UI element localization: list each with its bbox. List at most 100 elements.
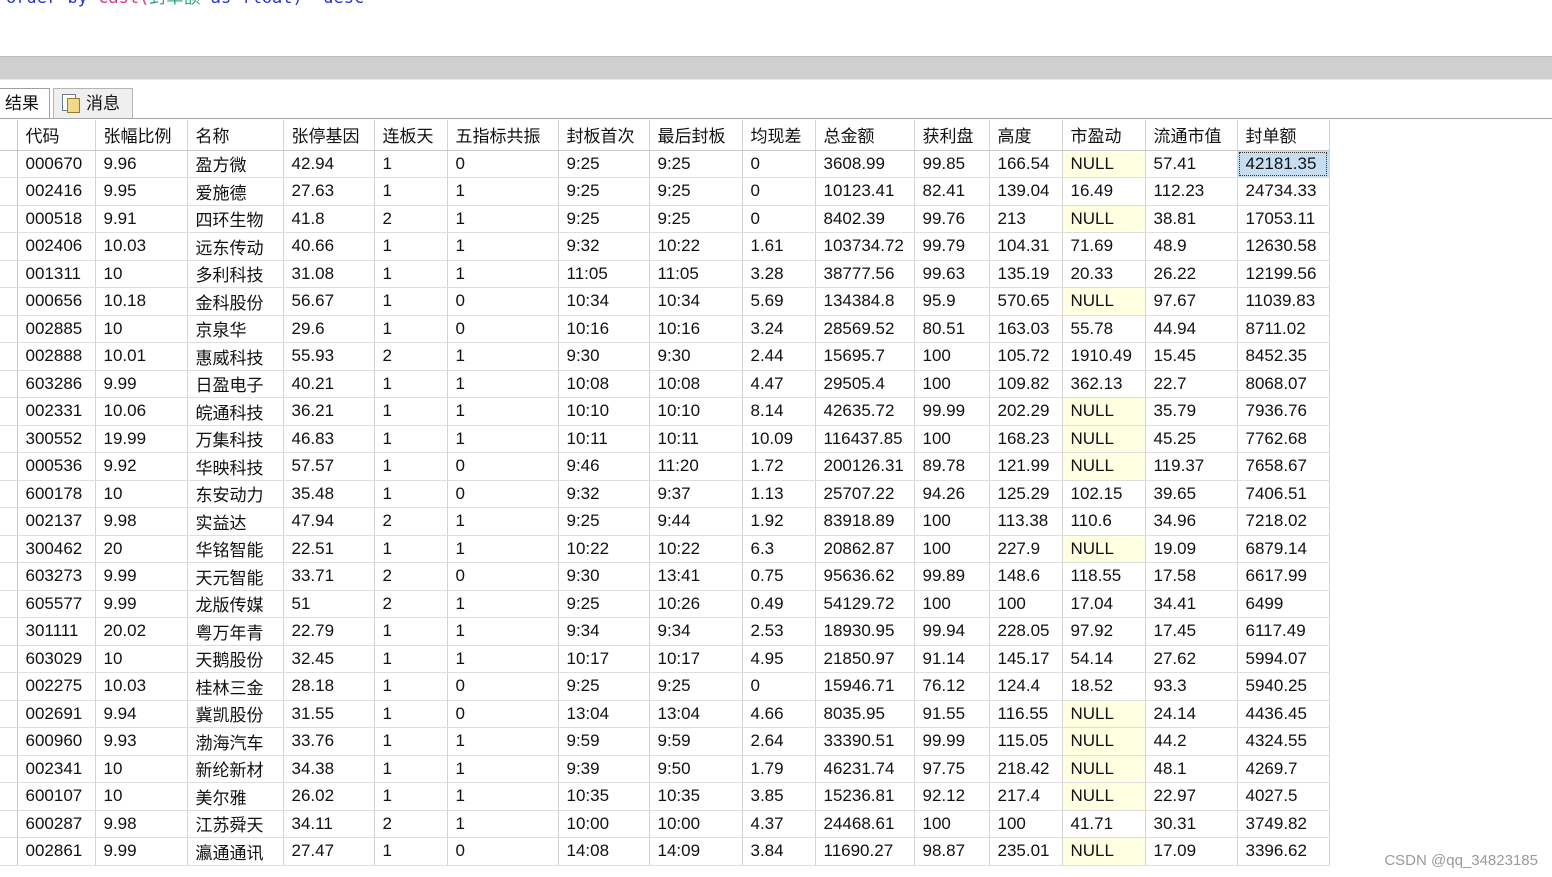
grid-cell[interactable]: 002331	[17, 397, 96, 426]
grid-cell[interactable]: 0.49	[742, 590, 816, 618]
grid-cell[interactable]: 55.93	[283, 342, 375, 371]
grid-cell[interactable]: 13:41	[649, 562, 743, 591]
grid-cell[interactable]: 47.94	[283, 507, 375, 536]
grid-cell[interactable]: 603029	[17, 645, 96, 673]
grid-cell[interactable]: 10:00	[558, 810, 650, 838]
grid-cell[interactable]: 9:32	[558, 480, 650, 508]
grid-cell[interactable]: 多利科技	[187, 260, 284, 288]
grid-cell[interactable]: 9.99	[95, 370, 188, 398]
grid-cell[interactable]: 15946.71	[815, 672, 915, 701]
grid-cell[interactable]: 9.98	[95, 507, 188, 536]
grid-cell[interactable]: 9:25	[558, 177, 650, 206]
grid-cell[interactable]: 3749.82	[1237, 810, 1330, 838]
grid-cell[interactable]: 1	[447, 590, 559, 618]
grid-cell[interactable]: 17053.11	[1237, 205, 1330, 233]
grid-cell[interactable]: 82.41	[914, 177, 990, 206]
grid-cell[interactable]: 9.99	[95, 562, 188, 591]
grid-cell[interactable]: 10.01	[95, 342, 188, 371]
grid-cell[interactable]: 40.21	[283, 370, 375, 398]
grid-cell[interactable]: 227.9	[989, 535, 1063, 563]
grid-cell[interactable]: 10	[95, 645, 188, 673]
grid-cell[interactable]: 11:05	[558, 260, 650, 288]
grid-cell[interactable]: 9:25	[558, 150, 650, 178]
row-selector[interactable]	[0, 837, 18, 866]
grid-cell[interactable]: 300552	[17, 425, 96, 453]
grid-cell[interactable]: 3.24	[742, 315, 816, 343]
grid-cell[interactable]: 10:16	[558, 315, 650, 343]
grid-cell[interactable]: 9:25	[558, 205, 650, 233]
grid-cell[interactable]: 东安动力	[187, 480, 284, 508]
grid-cell[interactable]: 46231.74	[815, 755, 915, 783]
grid-cell[interactable]: 41.71	[1062, 810, 1146, 838]
column-header[interactable]: 代码	[17, 120, 96, 151]
grid-cell[interactable]: 22.97	[1145, 782, 1238, 811]
grid-cell[interactable]: 10:10	[558, 397, 650, 426]
grid-cell[interactable]: 华铭智能	[187, 535, 284, 563]
grid-cell[interactable]: 26.02	[283, 782, 375, 811]
grid-cell[interactable]: 33.71	[283, 562, 375, 591]
grid-cell[interactable]: 40.66	[283, 232, 375, 261]
grid-cell[interactable]: 10:34	[649, 287, 743, 316]
grid-cell[interactable]: 002885	[17, 315, 96, 343]
grid-cell[interactable]: 9.95	[95, 177, 188, 206]
grid-cell[interactable]: 166.54	[989, 150, 1063, 178]
grid-cell[interactable]: 3396.62	[1237, 837, 1330, 866]
grid-cell[interactable]: 1	[374, 287, 448, 316]
grid-cell[interactable]: 瀛通通讯	[187, 837, 284, 866]
grid-cell[interactable]: 54129.72	[815, 590, 915, 618]
grid-cell[interactable]: 4324.55	[1237, 727, 1330, 756]
grid-cell[interactable]: 000518	[17, 205, 96, 233]
grid-cell[interactable]: 10:00	[649, 810, 743, 838]
grid-cell[interactable]: 1.79	[742, 755, 816, 783]
grid-cell[interactable]: 41.8	[283, 205, 375, 233]
grid-cell[interactable]: 301111	[17, 617, 96, 646]
grid-cell[interactable]: 148.6	[989, 562, 1063, 591]
grid-cell[interactable]: 113.38	[989, 507, 1063, 536]
grid-cell[interactable]: NULL	[1062, 837, 1146, 866]
grid-cell[interactable]: 0	[742, 672, 816, 701]
row-selector[interactable]	[0, 727, 18, 756]
grid-cell[interactable]: 603286	[17, 370, 96, 398]
column-header[interactable]: 五指标共振	[447, 120, 559, 151]
grid-cell[interactable]: 9.94	[95, 700, 188, 728]
column-header[interactable]: 封板首次	[558, 120, 650, 151]
grid-cell[interactable]: 0	[742, 177, 816, 206]
grid-cell[interactable]: 10:26	[649, 590, 743, 618]
grid-cell[interactable]: 1	[374, 645, 448, 673]
grid-cell[interactable]: 10:35	[649, 782, 743, 811]
grid-cell[interactable]: 605577	[17, 590, 96, 618]
grid-cell[interactable]: 1	[374, 700, 448, 728]
grid-cell[interactable]: 80.51	[914, 315, 990, 343]
grid-cell[interactable]: 7658.67	[1237, 452, 1330, 481]
grid-cell[interactable]: 9:46	[558, 452, 650, 481]
grid-cell[interactable]: 9:25	[558, 590, 650, 618]
grid-cell[interactable]: 实益达	[187, 507, 284, 536]
grid-cell[interactable]: 99.89	[914, 562, 990, 591]
grid-cell[interactable]: 135.19	[989, 260, 1063, 288]
row-selector[interactable]	[0, 425, 18, 453]
grid-cell[interactable]: 200126.31	[815, 452, 915, 481]
grid-cell[interactable]: 124.4	[989, 672, 1063, 701]
grid-cell[interactable]: 1	[447, 645, 559, 673]
grid-cell[interactable]: 17.04	[1062, 590, 1146, 618]
grid-cell[interactable]: 97.75	[914, 755, 990, 783]
grid-cell[interactable]: 13:04	[558, 700, 650, 728]
grid-cell[interactable]: 26.22	[1145, 260, 1238, 288]
grid-cell[interactable]: 7406.51	[1237, 480, 1330, 508]
grid-cell[interactable]: 9:34	[558, 617, 650, 646]
grid-cell[interactable]: 10123.41	[815, 177, 915, 206]
grid-cell[interactable]: 8068.07	[1237, 370, 1330, 398]
grid-cell[interactable]: 10:08	[649, 370, 743, 398]
grid-cell[interactable]: 4269.7	[1237, 755, 1330, 783]
grid-cell[interactable]: 19.09	[1145, 535, 1238, 563]
grid-cell[interactable]: 9.96	[95, 150, 188, 178]
grid-cell[interactable]: 5994.07	[1237, 645, 1330, 673]
grid-cell[interactable]: 99.99	[914, 397, 990, 426]
grid-cell[interactable]: 28.18	[283, 672, 375, 701]
grid-cell[interactable]: 002341	[17, 755, 96, 783]
grid-cell[interactable]: 000670	[17, 150, 96, 178]
grid-cell[interactable]: 6499	[1237, 590, 1330, 618]
grid-cell[interactable]: 9:25	[649, 177, 743, 206]
grid-cell[interactable]: NULL	[1062, 287, 1146, 316]
grid-cell[interactable]: 25707.22	[815, 480, 915, 508]
